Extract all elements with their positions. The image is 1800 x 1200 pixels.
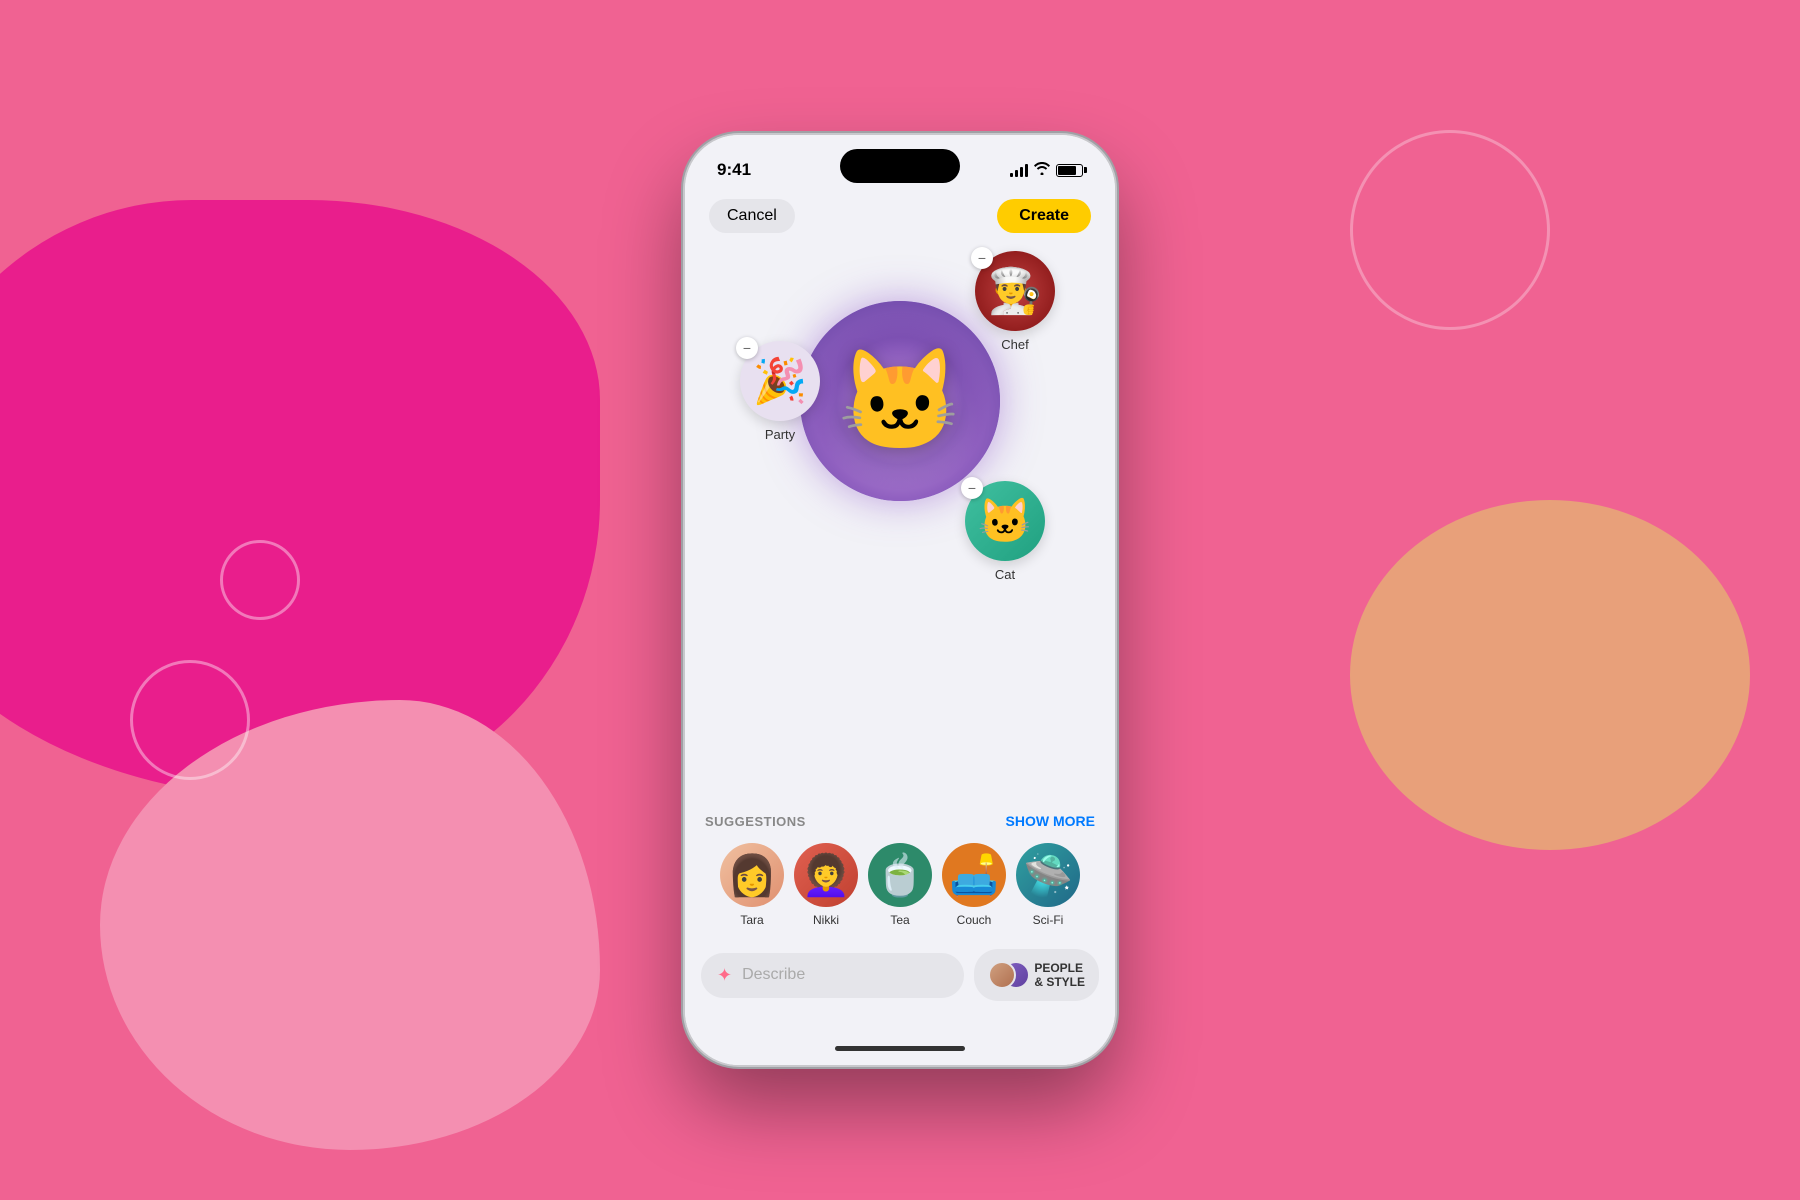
suggestions-row: 👩 Tara 👩‍🦱 Nikki 🍵 Tea bbox=[705, 843, 1095, 927]
suggestions-title: SUGGESTIONS bbox=[705, 814, 806, 829]
signal-bar-3 bbox=[1020, 167, 1023, 177]
suggestion-item-tara[interactable]: 👩 Tara bbox=[720, 843, 784, 927]
describe-placeholder: Describe bbox=[742, 966, 805, 984]
style-text: & STYLE bbox=[1034, 975, 1085, 989]
status-time: 9:41 bbox=[717, 160, 751, 180]
party-sticker[interactable]: − 🎉 Party bbox=[740, 341, 820, 442]
cat-chef-image: 🐱 bbox=[800, 301, 1000, 501]
cat-remove-badge[interactable]: − bbox=[961, 477, 983, 499]
tea-label: Tea bbox=[890, 913, 909, 927]
people-style-avatars bbox=[988, 959, 1026, 991]
cancel-button[interactable]: Cancel bbox=[709, 199, 795, 233]
suggestion-item-scifi[interactable]: 🛸 Sci-Fi bbox=[1016, 843, 1080, 927]
suggestion-item-nikki[interactable]: 👩‍🦱 Nikki bbox=[794, 843, 858, 927]
nikki-avatar: 👩‍🦱 bbox=[794, 843, 858, 907]
bg-small-circle-1 bbox=[220, 540, 300, 620]
home-bar bbox=[835, 1046, 965, 1051]
suggestions-header: SUGGESTIONS SHOW MORE bbox=[705, 813, 1095, 829]
describe-input-container[interactable]: ✦ Describe bbox=[701, 953, 964, 998]
center-preview: 🐱 bbox=[800, 301, 1000, 501]
bg-blob-3 bbox=[1350, 500, 1750, 850]
bottom-area: ✦ Describe PEOPLE & STYLE bbox=[685, 939, 1115, 1031]
tara-avatar: 👩 bbox=[720, 843, 784, 907]
people-style-text: PEOPLE & STYLE bbox=[1034, 961, 1085, 990]
signal-bar-1 bbox=[1010, 173, 1013, 177]
suggestion-item-couch[interactable]: 🛋️ Couch bbox=[942, 843, 1006, 927]
tara-label: Tara bbox=[740, 913, 763, 927]
signal-bar-4 bbox=[1025, 164, 1028, 177]
wifi-icon bbox=[1034, 162, 1050, 178]
phone-frame: 9:41 bbox=[685, 135, 1115, 1065]
cat-sticker-label: Cat bbox=[995, 567, 1015, 582]
main-content: 🐱 − 🎉 Party − bbox=[685, 241, 1115, 797]
nikki-label: Nikki bbox=[813, 913, 839, 927]
battery-icon bbox=[1056, 164, 1083, 177]
party-sticker-label: Party bbox=[765, 427, 795, 442]
bg-circle-right bbox=[1350, 130, 1550, 330]
couch-label: Couch bbox=[957, 913, 992, 927]
describe-icon: ✦ bbox=[717, 965, 732, 986]
battery-fill bbox=[1058, 166, 1076, 175]
tea-avatar: 🍵 bbox=[868, 843, 932, 907]
couch-avatar: 🛋️ bbox=[942, 843, 1006, 907]
suggestion-item-tea[interactable]: 🍵 Tea bbox=[868, 843, 932, 927]
dynamic-island bbox=[840, 149, 960, 183]
home-indicator bbox=[685, 1031, 1115, 1065]
scifi-label: Sci-Fi bbox=[1033, 913, 1064, 927]
people-style-button[interactable]: PEOPLE & STYLE bbox=[974, 949, 1099, 1001]
chef-sticker-label: Chef bbox=[1001, 337, 1028, 352]
people-text: PEOPLE bbox=[1034, 961, 1085, 975]
signal-bar-2 bbox=[1015, 170, 1018, 177]
suggestions-section: SUGGESTIONS SHOW MORE 👩 Tara 👩‍🦱 Nikki bbox=[685, 797, 1115, 939]
show-more-button[interactable]: SHOW MORE bbox=[1006, 813, 1095, 829]
phone-screen: 9:41 bbox=[685, 135, 1115, 1065]
status-icons bbox=[1010, 162, 1083, 178]
chef-sticker[interactable]: − 👨‍🍳 Chef bbox=[975, 251, 1055, 352]
create-button[interactable]: Create bbox=[997, 199, 1091, 233]
cat-sticker[interactable]: − 🐱 Cat bbox=[965, 481, 1045, 582]
bg-small-circle-2 bbox=[130, 660, 250, 780]
chef-remove-badge[interactable]: − bbox=[971, 247, 993, 269]
nav-bar: Cancel Create bbox=[685, 195, 1115, 241]
party-remove-badge[interactable]: − bbox=[736, 337, 758, 359]
scifi-avatar: 🛸 bbox=[1016, 843, 1080, 907]
bg-blob-1 bbox=[0, 200, 600, 800]
signal-bars bbox=[1010, 163, 1028, 177]
